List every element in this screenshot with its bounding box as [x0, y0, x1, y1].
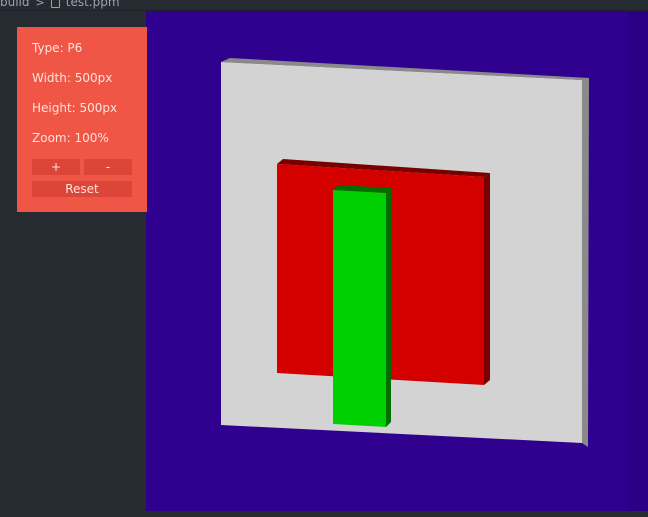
image-type-label: Type: P6: [32, 41, 83, 55]
zoom-level-label: Zoom: 100%: [32, 131, 109, 145]
image-height-label: Height: 500px: [32, 101, 118, 115]
reset-button[interactable]: Reset: [32, 181, 132, 197]
ppm-image-edge-shade: [628, 11, 648, 511]
image-info-panel: Type: P6 Width: 500px Height: 500px Zoom…: [17, 27, 147, 212]
green-bar-right-edge: [386, 188, 391, 427]
red-rect-right-edge: [484, 173, 490, 385]
image-width-label: Width: 500px: [32, 71, 113, 85]
zoom-out-button[interactable]: -: [84, 159, 132, 175]
green-bar: [333, 190, 386, 427]
zoom-in-button[interactable]: +: [32, 159, 80, 175]
